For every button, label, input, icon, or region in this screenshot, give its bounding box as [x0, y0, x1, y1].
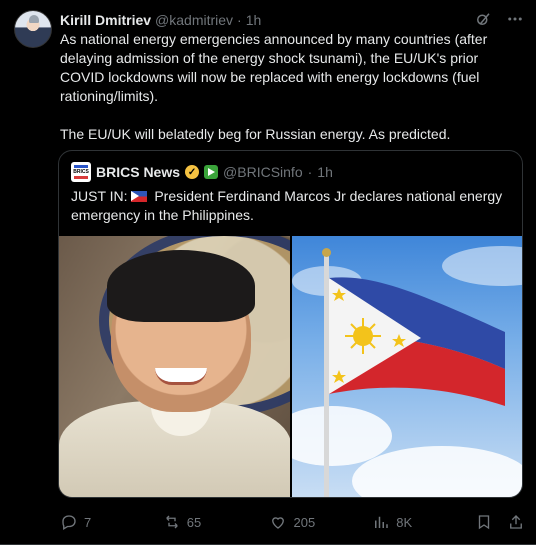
verified-badge-icon: ✓	[185, 165, 200, 179]
reply-button[interactable]: 7	[60, 513, 163, 531]
quoted-media	[59, 236, 522, 497]
tweet-text: As national energy emergencies announced…	[60, 30, 522, 144]
tweet[interactable]: Kirill Dmitriev @kadmitriev · 1h As nati…	[0, 0, 536, 545]
tweet-secondary-actions	[475, 513, 525, 531]
author-handle[interactable]: @kadmitriev	[155, 12, 233, 28]
reply-count: 7	[84, 514, 92, 530]
tweet-header: Kirill Dmitriev @kadmitriev · 1h	[60, 10, 261, 30]
dot-separator: ·	[307, 164, 313, 180]
grok-icon[interactable]	[474, 10, 492, 28]
dot-separator: ·	[237, 12, 242, 28]
share-icon[interactable]	[507, 513, 525, 531]
repost-count: 65	[186, 514, 202, 530]
views-count: 8K	[396, 514, 413, 530]
author-name[interactable]: Kirill Dmitriev	[60, 12, 151, 28]
quoted-tweet-header: BRICS BRICS News ✓ @BRICSinfo · 1h	[71, 162, 333, 182]
affiliate-badge-icon	[204, 165, 219, 179]
repost-button[interactable]: 65	[163, 513, 270, 531]
quoted-tweet[interactable]: BRICS BRICS News ✓ @BRICSinfo · 1h JUST …	[58, 150, 523, 498]
author-avatar[interactable]	[14, 10, 52, 48]
repost-icon	[166, 515, 178, 529]
quoted-author-name[interactable]: BRICS News	[96, 164, 180, 180]
philippines-flag-image[interactable]	[291, 236, 522, 497]
tweet-actions: 7 65 205 8K	[60, 512, 525, 532]
tweet-time[interactable]: 1h	[246, 12, 262, 28]
more-icon[interactable]	[506, 10, 524, 28]
tweet-text-paragraph-1: As national energy emergencies announced…	[60, 31, 492, 104]
quoted-text-prefix: JUST IN:	[71, 188, 128, 204]
bookmark-icon[interactable]	[475, 513, 493, 531]
tweet-top-actions	[474, 10, 524, 28]
like-icon	[272, 517, 285, 529]
quoted-tweet-text: JUST IN: President Ferdinand Marcos Jr d…	[71, 187, 511, 225]
philippines-flag-icon	[131, 191, 148, 202]
like-count: 205	[293, 514, 316, 530]
like-button[interactable]: 205	[269, 513, 372, 531]
views-icon	[375, 516, 388, 528]
brics-news-avatar[interactable]: BRICS	[71, 162, 91, 182]
quoted-author-handle[interactable]: @BRICSinfo	[223, 164, 303, 180]
quoted-time[interactable]: 1h	[317, 164, 333, 180]
marcos-portrait-image[interactable]	[59, 236, 290, 497]
reply-icon	[62, 515, 76, 530]
tweet-text-paragraph-2: The EU/UK will belatedly beg for Russian…	[60, 126, 451, 142]
views-button[interactable]: 8K	[372, 513, 475, 531]
